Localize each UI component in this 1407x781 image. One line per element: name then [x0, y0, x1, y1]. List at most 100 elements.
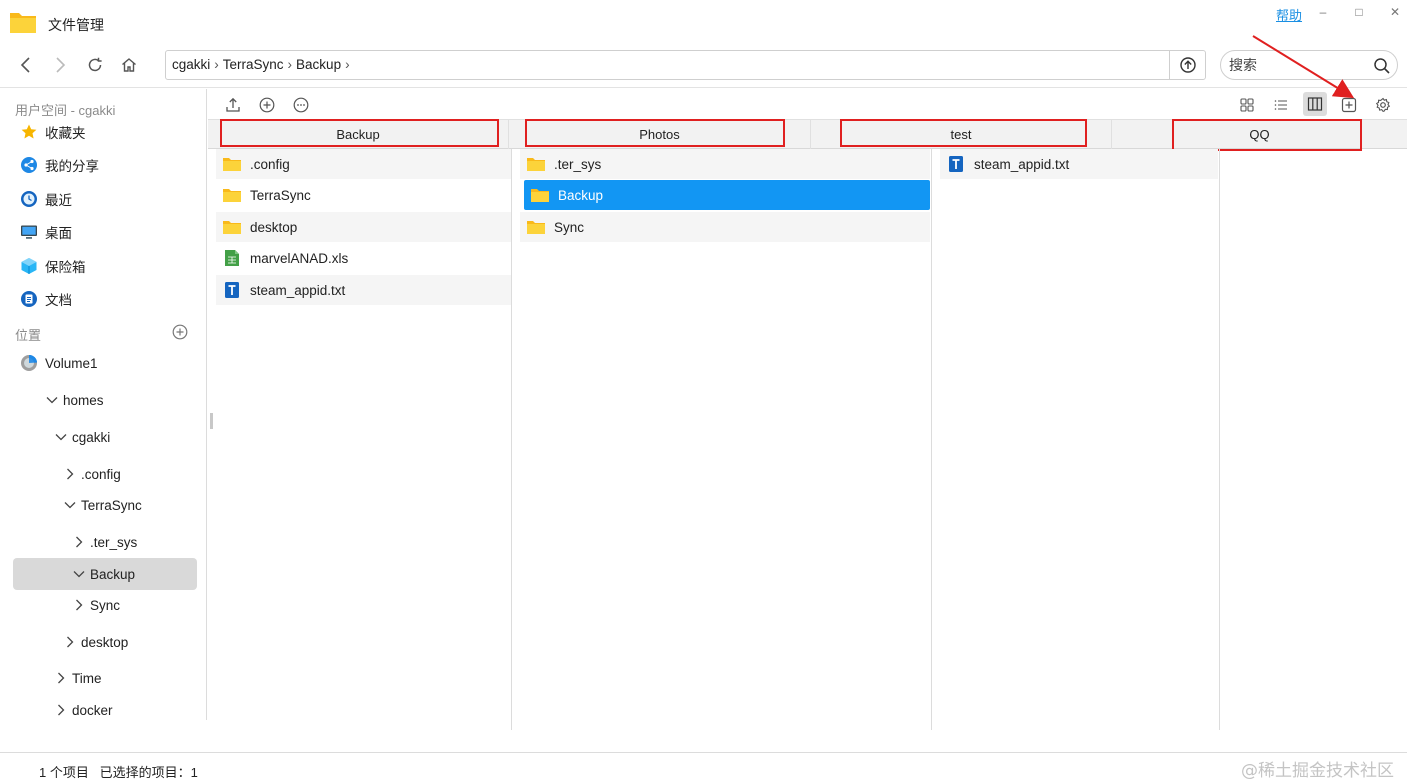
sidebar-item-documents[interactable]: 文档	[20, 288, 72, 310]
file-name: steam_appid.txt	[250, 282, 346, 298]
add-column-button[interactable]	[1339, 95, 1359, 115]
folder-icon	[526, 218, 546, 236]
chevron-right-icon[interactable]	[54, 704, 68, 716]
tree-item-ter-sys[interactable]: .ter_sys	[72, 531, 137, 553]
upload-icon	[226, 97, 240, 112]
tree-item-backup[interactable]: Backup	[72, 563, 135, 585]
column-view-button[interactable]	[1303, 92, 1327, 116]
tree-item-label: docker	[72, 702, 113, 718]
star-icon	[20, 123, 38, 141]
file-column-1: .config TerraSync desktop marvelANAD.xls…	[208, 149, 512, 730]
list-view-button[interactable]	[1271, 95, 1291, 115]
file-name: TerraSync	[250, 187, 311, 203]
list-item[interactable]: Backup	[524, 180, 930, 210]
column-header-qq[interactable]: QQ	[1112, 120, 1407, 149]
navigation-bar: cgakki › TerraSync › Backup ›	[0, 44, 1407, 88]
list-item[interactable]: steam_appid.txt	[216, 275, 511, 305]
tree-item-label: homes	[63, 392, 104, 408]
sidebar: 用户空间 - cgakki 收藏夹 我的分享 最近 桌面 保险箱 文档 位置 V…	[0, 89, 207, 720]
chevron-right-icon[interactable]	[63, 636, 77, 648]
sidebar-item-label: 桌面	[45, 226, 72, 241]
search-input[interactable]	[1229, 56, 1369, 74]
back-button[interactable]	[14, 53, 38, 77]
tree-item-label: Sync	[90, 597, 121, 613]
status-text: 1 个项目 已选择的项目：1	[39, 765, 198, 780]
sidebar-item-label: 最近	[45, 193, 72, 208]
list-view-icon	[1274, 100, 1287, 110]
maximize-button[interactable]: □	[1350, 4, 1368, 20]
share-icon	[20, 156, 38, 174]
file-name: .config	[250, 156, 290, 172]
gear-icon	[1375, 97, 1391, 112]
sidebar-item-label: Volume1	[45, 355, 98, 371]
tree-item-desktop[interactable]: desktop	[63, 631, 128, 653]
file-name: Backup	[558, 187, 604, 203]
chevron-right-icon: ›	[345, 57, 350, 72]
close-button[interactable]: ✕	[1386, 4, 1404, 20]
list-item[interactable]: marvelANAD.xls	[216, 243, 511, 273]
tree-item-sync[interactable]: Sync	[72, 594, 120, 616]
status-bar: 1 个项目 已选择的项目：1 @稀土掘金技术社区	[0, 752, 1407, 781]
breadcrumb-item[interactable]: Backup	[296, 57, 341, 72]
tree-item-docker[interactable]: docker	[54, 699, 113, 721]
plus-circle-icon	[259, 97, 275, 113]
tree-item-config[interactable]: .config	[63, 463, 121, 485]
search-icon[interactable]	[1373, 57, 1391, 75]
forward-button[interactable]	[48, 53, 72, 77]
chevron-right-icon[interactable]	[63, 468, 77, 480]
file-name: marvelANAD.xls	[250, 250, 349, 266]
tree-item-terrasync[interactable]: TerraSync	[63, 494, 142, 516]
breadcrumb-item[interactable]: cgakki	[172, 57, 210, 72]
settings-button[interactable]	[1373, 95, 1393, 115]
file-name: .ter_sys	[554, 156, 602, 172]
sidebar-resize-handle[interactable]	[210, 413, 213, 429]
location-label: 位置	[15, 328, 42, 343]
folder-icon	[526, 155, 546, 173]
chevron-right-icon	[56, 57, 66, 73]
more-button[interactable]	[291, 95, 311, 115]
user-space-label: 用户空间 - cgakki	[15, 103, 116, 118]
breadcrumb-item[interactable]: TerraSync	[223, 57, 284, 72]
sidebar-item-my-share[interactable]: 我的分享	[20, 154, 99, 176]
sidebar-item-volume1[interactable]: Volume1	[20, 352, 98, 374]
chevron-right-icon[interactable]	[54, 672, 68, 684]
go-up-button[interactable]	[1169, 51, 1205, 79]
tree-item-cgakki[interactable]: cgakki	[54, 426, 110, 448]
sidebar-item-favorites[interactable]: 收藏夹	[20, 121, 86, 143]
search-box[interactable]	[1220, 50, 1398, 80]
file-name: Sync	[554, 219, 585, 235]
column-header-backup[interactable]: Backup	[208, 120, 509, 149]
add-location-icon[interactable]	[172, 324, 188, 340]
column-header-photos[interactable]: Photos	[509, 120, 811, 149]
list-item[interactable]: TerraSync	[216, 180, 511, 210]
refresh-button[interactable]	[83, 53, 107, 77]
help-link[interactable]: 帮助	[1276, 5, 1302, 24]
list-item[interactable]: steam_appid.txt	[940, 149, 1218, 179]
sidebar-item-safe[interactable]: 保险箱	[20, 255, 86, 277]
tree-item-label: Backup	[90, 566, 136, 582]
sidebar-item-recent[interactable]: 最近	[20, 188, 72, 210]
chevron-down-icon[interactable]	[63, 501, 77, 509]
home-button[interactable]	[117, 53, 141, 77]
tree-item-label: desktop	[81, 634, 129, 650]
chevron-right-icon[interactable]	[72, 536, 86, 548]
tree-item-time[interactable]: Time	[54, 667, 102, 689]
upload-button[interactable]	[223, 95, 243, 115]
chevron-down-icon[interactable]	[72, 570, 86, 578]
path-bar[interactable]: cgakki › TerraSync › Backup ›	[165, 50, 1206, 80]
sidebar-item-desktop[interactable]: 桌面	[20, 221, 72, 243]
column-header-test[interactable]: test	[811, 120, 1112, 149]
chevron-down-icon[interactable]	[54, 433, 68, 441]
grid-view-button[interactable]	[1237, 95, 1257, 115]
list-item[interactable]: Sync	[520, 212, 930, 242]
chevron-right-icon[interactable]	[72, 599, 86, 611]
list-item[interactable]: .ter_sys	[520, 149, 930, 179]
tree-item-homes[interactable]: homes	[45, 389, 104, 411]
list-item[interactable]: .config	[216, 149, 511, 179]
list-item[interactable]: desktop	[216, 212, 511, 242]
file-column-3: steam_appid.txt	[932, 149, 1220, 730]
home-icon	[122, 58, 136, 72]
minimize-button[interactable]: –	[1314, 4, 1332, 20]
chevron-down-icon[interactable]	[45, 396, 59, 404]
create-button[interactable]	[257, 95, 277, 115]
